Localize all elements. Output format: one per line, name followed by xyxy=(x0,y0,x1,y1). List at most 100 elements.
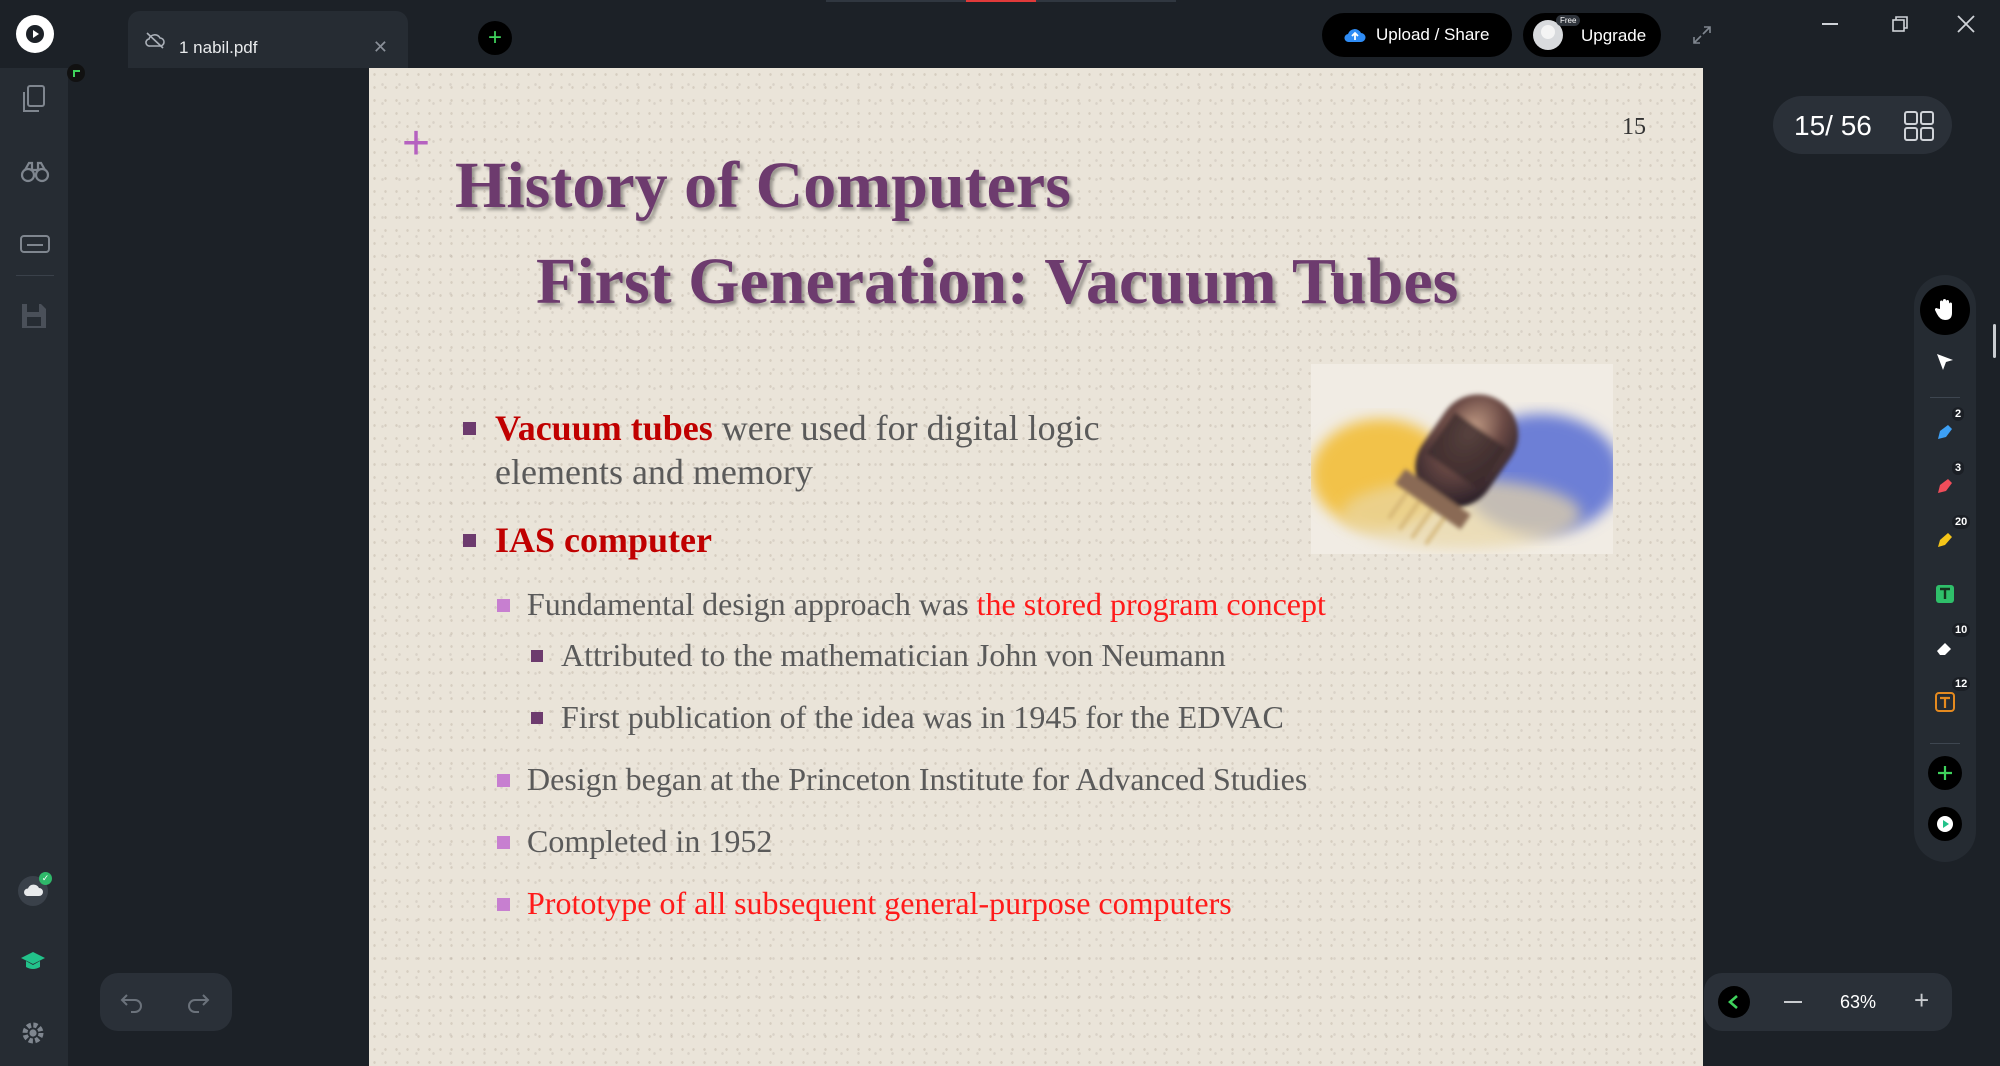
sub-sub-bullet-von-neumann: Attributed to the mathematician John von… xyxy=(531,637,1226,674)
undo-redo-group xyxy=(100,973,232,1031)
sub-bullet-design-approach: Fundamental design approach was the stor… xyxy=(497,586,1326,623)
scrollbar-thumb[interactable] xyxy=(1993,324,1996,358)
red-pen-icon xyxy=(1938,479,1952,493)
sub-bullet-princeton: Design began at the Princeton Institute … xyxy=(497,761,1308,798)
hand-tool-button[interactable] xyxy=(1920,285,1970,335)
bullet-text: Completed in 1952 xyxy=(527,823,773,859)
tab-document[interactable]: 1 nabil.pdf ✕ xyxy=(128,11,408,68)
minimize-icon[interactable] xyxy=(1822,23,1838,25)
plus-decoration: + xyxy=(402,117,431,170)
blue-pen-icon xyxy=(1938,425,1952,439)
vacuum-tube-image xyxy=(1311,364,1613,554)
pages-icon[interactable] xyxy=(20,84,48,114)
settings-gear-icon[interactable] xyxy=(20,1020,46,1046)
blue-pen-tool[interactable]: 2 xyxy=(1924,407,1966,453)
tab-title: 1 nabil.pdf xyxy=(179,38,258,57)
bullet-text: Fundamental design approach was xyxy=(527,586,977,622)
bullet-text: Design began at the Princeton Institute … xyxy=(527,761,1308,797)
restore-icon[interactable] xyxy=(1891,15,1909,33)
blue-pen-count: 2 xyxy=(1952,407,1965,421)
bullet-square-icon xyxy=(463,534,476,547)
binoculars-icon[interactable] xyxy=(20,160,50,184)
free-badge: Free xyxy=(1556,15,1581,26)
sub-bullet-completed: Completed in 1952 xyxy=(497,823,773,860)
annotation-toolbar: 2 3 20 10 12 xyxy=(1914,275,1976,862)
toolbar-divider xyxy=(1930,743,1960,744)
grid-view-icon[interactable] xyxy=(1904,111,1934,141)
sidebar-divider xyxy=(16,275,54,276)
bullet-square-icon xyxy=(463,422,476,435)
highlighter-tool[interactable]: 20 xyxy=(1924,515,1971,561)
page-counter[interactable]: 15/ 56 xyxy=(1773,96,1952,154)
hand-icon xyxy=(1934,299,1952,320)
bullet-square-icon xyxy=(497,774,510,787)
zoom-in-button[interactable]: + xyxy=(1914,985,1929,1015)
highlighter-count: 20 xyxy=(1952,515,1971,529)
assistant-button[interactable] xyxy=(1928,807,1962,841)
graduation-cap-icon[interactable] xyxy=(20,950,46,972)
red-pen-tool[interactable]: 3 xyxy=(1924,461,1966,507)
window-close-icon[interactable] xyxy=(1955,13,1977,35)
zoom-level: 63% xyxy=(1840,992,1877,1012)
chevron-left-icon xyxy=(1728,995,1738,1009)
bullet-highlight: Vacuum tubes xyxy=(495,408,713,448)
new-tab-button[interactable]: + xyxy=(478,21,512,55)
bullet-text: First publication of the idea was in 194… xyxy=(561,699,1284,735)
app-mark-icon xyxy=(1937,816,1953,832)
pdf-page: + 15 History of Computers First Generati… xyxy=(369,68,1703,1066)
upload-share-button[interactable]: Upload / Share xyxy=(1322,13,1512,57)
tab-close-icon[interactable]: ✕ xyxy=(373,38,388,56)
bullet-square-icon xyxy=(497,898,510,911)
cloud-sync-status[interactable]: ✓ xyxy=(18,872,52,906)
eraser-icon xyxy=(1937,643,1951,655)
sidebar-collapse-handle[interactable] xyxy=(67,64,85,82)
redo-icon[interactable] xyxy=(186,991,210,1013)
upgrade-label: Upgrade xyxy=(1581,26,1647,45)
bullet-square-icon xyxy=(531,650,543,662)
title-bar: 1 nabil.pdf ✕ + Upload / Share Free Upgr… xyxy=(0,0,2000,68)
page-indicator: 15/ 56 xyxy=(1794,110,1872,141)
text-box-icon xyxy=(1935,692,1955,712)
left-sidebar: ✓ xyxy=(0,68,68,1066)
cursor-arrow-icon xyxy=(1937,354,1953,370)
upgrade-button[interactable]: Free Upgrade xyxy=(1523,13,1661,57)
zoom-controls: 63% + xyxy=(1704,973,1952,1031)
eraser-tool[interactable]: 10 xyxy=(1924,623,1971,669)
bullet-square-icon xyxy=(497,836,510,849)
bullet-ias-computer: IAS computer xyxy=(463,518,712,562)
red-pen-count: 3 xyxy=(1952,461,1965,475)
bullet-square-icon xyxy=(531,712,543,724)
upload-share-label: Upload / Share xyxy=(1376,25,1490,44)
text-tool[interactable] xyxy=(1924,573,1966,615)
fullscreen-icon[interactable] xyxy=(1692,25,1712,45)
sub-bullet-prototype: Prototype of all subsequent general-purp… xyxy=(497,885,1232,922)
slide-page-number: 15 xyxy=(1622,114,1646,140)
bullet-text: Attributed to the mathematician John von… xyxy=(561,637,1226,673)
text-icon xyxy=(1936,585,1954,603)
cloud-off-icon xyxy=(145,32,165,49)
top-progress-indicator xyxy=(826,0,1176,2)
keyboard-icon[interactable] xyxy=(20,234,50,254)
zoom-out-button[interactable] xyxy=(1784,1001,1802,1003)
save-icon[interactable] xyxy=(20,302,48,330)
bullet-square-icon xyxy=(497,599,510,612)
collapse-panel-button[interactable] xyxy=(1718,986,1750,1018)
slide-title: History of Computers xyxy=(455,149,1071,222)
highlighter-icon xyxy=(1938,533,1952,547)
check-icon: ✓ xyxy=(39,872,52,885)
select-tool-button[interactable] xyxy=(1924,341,1966,383)
toolbar-divider xyxy=(1930,397,1960,398)
app-logo[interactable] xyxy=(16,15,54,53)
text-box-tool[interactable]: 12 xyxy=(1924,677,1971,723)
text-box-count: 12 xyxy=(1952,677,1971,691)
eraser-count: 10 xyxy=(1952,623,1971,637)
bullet-text: were used for digital logic xyxy=(712,408,1100,448)
logo-icon xyxy=(26,25,44,43)
undo-icon[interactable] xyxy=(120,991,144,1013)
add-tool-button[interactable] xyxy=(1928,756,1962,790)
slide-subtitle: First Generation: Vacuum Tubes xyxy=(536,245,1459,318)
bullet-highlight: IAS computer xyxy=(495,520,712,560)
bullet-vacuum-tubes: Vacuum tubes were used for digital logic… xyxy=(463,406,1215,494)
sub-sub-bullet-edvac: First publication of the idea was in 194… xyxy=(531,699,1284,736)
bullet-highlight: the stored program concept xyxy=(976,586,1326,622)
